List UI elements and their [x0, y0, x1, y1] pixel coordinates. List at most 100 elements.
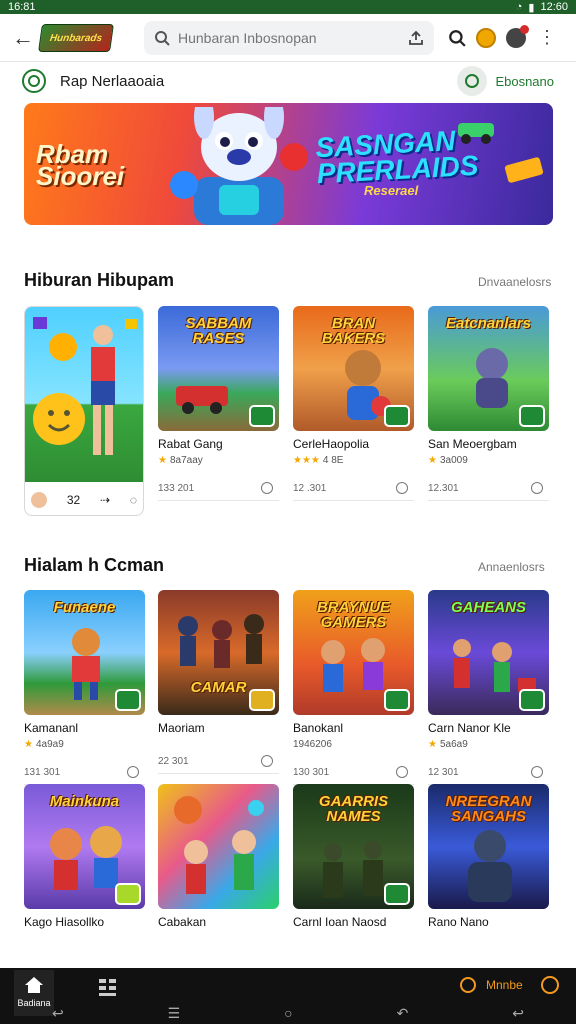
game-thumbnail	[158, 784, 279, 909]
divider	[428, 500, 549, 501]
game-card[interactable]: SABBAM RASES Rabat Gang ★ 8a7aay 133 201	[158, 306, 279, 501]
meta-value: 130 301	[293, 766, 330, 778]
divider	[293, 500, 414, 501]
settings-ring-icon[interactable]	[540, 976, 559, 994]
game-card[interactable]: BRAYNUE GAMERS Banokanl 1946206 130 301	[293, 590, 414, 785]
category-pill[interactable]: Ebosnano	[457, 66, 554, 96]
back-arrow-icon[interactable]: ←	[8, 23, 38, 53]
search-button-icon[interactable]	[448, 29, 466, 47]
info-icon[interactable]	[261, 482, 273, 494]
category-label[interactable]: Rap Nerlaaoaia	[60, 73, 164, 90]
banner-left-text: Rbam Sioorei	[36, 139, 125, 191]
game-card[interactable]: Funaene Kamananl ★ 4a9a9 131 301	[24, 590, 145, 785]
coin-icon[interactable]	[476, 27, 496, 48]
app-logo[interactable]: Hunbarads	[38, 23, 114, 52]
thumb-title: BRAYNUE GAMERS	[316, 599, 391, 631]
game-card[interactable]: CAMAR Maoriam 22 301	[158, 590, 279, 774]
game-meta: 131 301	[24, 766, 145, 778]
game-meta: 12 301	[428, 766, 549, 778]
game-card[interactable]: Eatcnanlars San Meoergbam ★ 3a009 12.301	[428, 306, 549, 501]
game-meta: 133 201	[158, 482, 279, 494]
meta-value: 12.301	[428, 482, 459, 494]
divider	[158, 500, 279, 501]
game-name: Carn Nanor Kle	[428, 721, 511, 735]
search-bar[interactable]	[144, 20, 434, 55]
thumb-title: GAARRIS NAMES	[318, 793, 389, 825]
grid-menu-icon[interactable]	[98, 978, 118, 998]
signal-icon: ▮	[528, 1, 535, 14]
game-rating: 1946206	[293, 739, 414, 750]
mascot-illustration	[170, 107, 308, 225]
system-back-icon[interactable]: ↩	[52, 1005, 64, 1022]
game-card[interactable]: Cabakan	[158, 784, 279, 929]
game-thumbnail: Eatcnanlars	[428, 306, 549, 431]
system-return-icon[interactable]: ↶	[397, 1005, 409, 1022]
promo-banner[interactable]: Rbam Sioorei SASNGAN PRERLAIDS Reserael	[24, 103, 553, 225]
game-badge-icon	[519, 405, 545, 427]
info-icon[interactable]	[531, 482, 543, 494]
category-icon	[22, 69, 46, 93]
game-meta: 130 301	[293, 766, 414, 778]
info-icon[interactable]	[531, 766, 543, 778]
star-icon: ★	[428, 739, 437, 750]
game-card[interactable]: BRAN BAKERS CerleHaopolia ★★★ 4 8E 12 .30…	[293, 306, 414, 501]
game-badge-icon	[115, 689, 141, 711]
meta-value: 22 301	[158, 755, 189, 767]
game-thumbnail: BRAYNUE GAMERS	[293, 590, 414, 715]
star-icon: ★	[24, 739, 33, 750]
system-menu-icon[interactable]: ☰	[168, 1005, 181, 1022]
chat-icon[interactable]: ◌	[130, 493, 137, 507]
game-name: Banokanl	[293, 721, 344, 735]
rating-value: 1946206	[293, 739, 332, 750]
section-title-2: Hialam h Ccman	[24, 555, 165, 575]
game-badge-icon	[384, 689, 410, 711]
category-row: Rap Nerlaaoaia Ebosnano	[22, 64, 554, 98]
section-more-1[interactable]: Dnvaanelosrs	[478, 275, 551, 289]
car-decoration-icon	[458, 123, 494, 144]
system-home-icon[interactable]: ○	[284, 1005, 292, 1021]
nav-right-label: Mnnbe	[486, 978, 523, 992]
game-name: Carnl Ioan Naosd	[293, 915, 387, 929]
thumb-title: BRAN BAKERS	[321, 315, 386, 347]
info-icon[interactable]	[261, 755, 273, 767]
game-thumbnail: GAARRIS NAMES	[293, 784, 414, 909]
share-small-icon[interactable]: ⇢	[100, 493, 110, 507]
pill-icon	[457, 66, 488, 96]
rating-value: 8a7aay	[169, 455, 203, 466]
game-thumbnail: Funaene	[24, 590, 145, 715]
game-name: Kago Hiasollko	[24, 915, 105, 929]
nav-right-group[interactable]: Mnnbe	[460, 976, 559, 994]
game-thumbnail: SABBAM RASES	[158, 306, 279, 431]
section-title-1: Hiburan Hibupam	[24, 270, 175, 290]
top-app-bar: ← Hunbarads ⋮	[0, 14, 576, 62]
game-rating: ★ 5a6a9	[428, 739, 549, 750]
game-thumbnail: Mainkuna	[24, 784, 145, 909]
more-options-icon[interactable]: ⋮	[538, 27, 556, 48]
game-name: Maoriam	[158, 721, 205, 735]
system-navigation: ↩ ☰ ○ ↶ ↩	[0, 1002, 576, 1024]
thumb-title: Funaene	[53, 599, 116, 616]
thumb-title: Eatcnanlars	[445, 315, 532, 332]
featured-character-illustration	[33, 317, 137, 455]
star-icon: ★★★	[293, 455, 320, 466]
game-card[interactable]: GAHEANS Carn Nanor Kle ★ 5a6a9 12 301	[428, 590, 549, 785]
game-rating: ★★★ 4 8E	[293, 455, 414, 466]
section-more-2[interactable]: Annaenlosrs	[478, 560, 545, 574]
game-card[interactable]: GAARRIS NAMES Carnl Ioan Naosd	[293, 784, 414, 929]
info-icon[interactable]	[396, 766, 408, 778]
status-time-right: 12:60	[540, 1, 568, 13]
featured-game-card[interactable]: 32 ⇢ ◌	[24, 306, 144, 516]
notification-icon[interactable]	[506, 24, 529, 48]
game-card[interactable]: Mainkuna Kago Hiasollko	[24, 784, 145, 929]
search-input[interactable]	[178, 29, 400, 46]
info-icon[interactable]	[396, 482, 408, 494]
game-thumbnail: GAHEANS	[428, 590, 549, 715]
system-recent-icon[interactable]: ↩	[512, 1005, 524, 1022]
game-rating: ★ 3a009	[428, 455, 549, 466]
thumb-title: Mainkuna	[49, 793, 120, 810]
game-card[interactable]: NREEGRAN SANGAHS Rano Nano	[428, 784, 549, 929]
profile-ring-icon	[460, 977, 476, 993]
share-icon[interactable]	[408, 30, 424, 46]
info-icon[interactable]	[127, 766, 139, 778]
game-badge-icon	[249, 405, 275, 427]
